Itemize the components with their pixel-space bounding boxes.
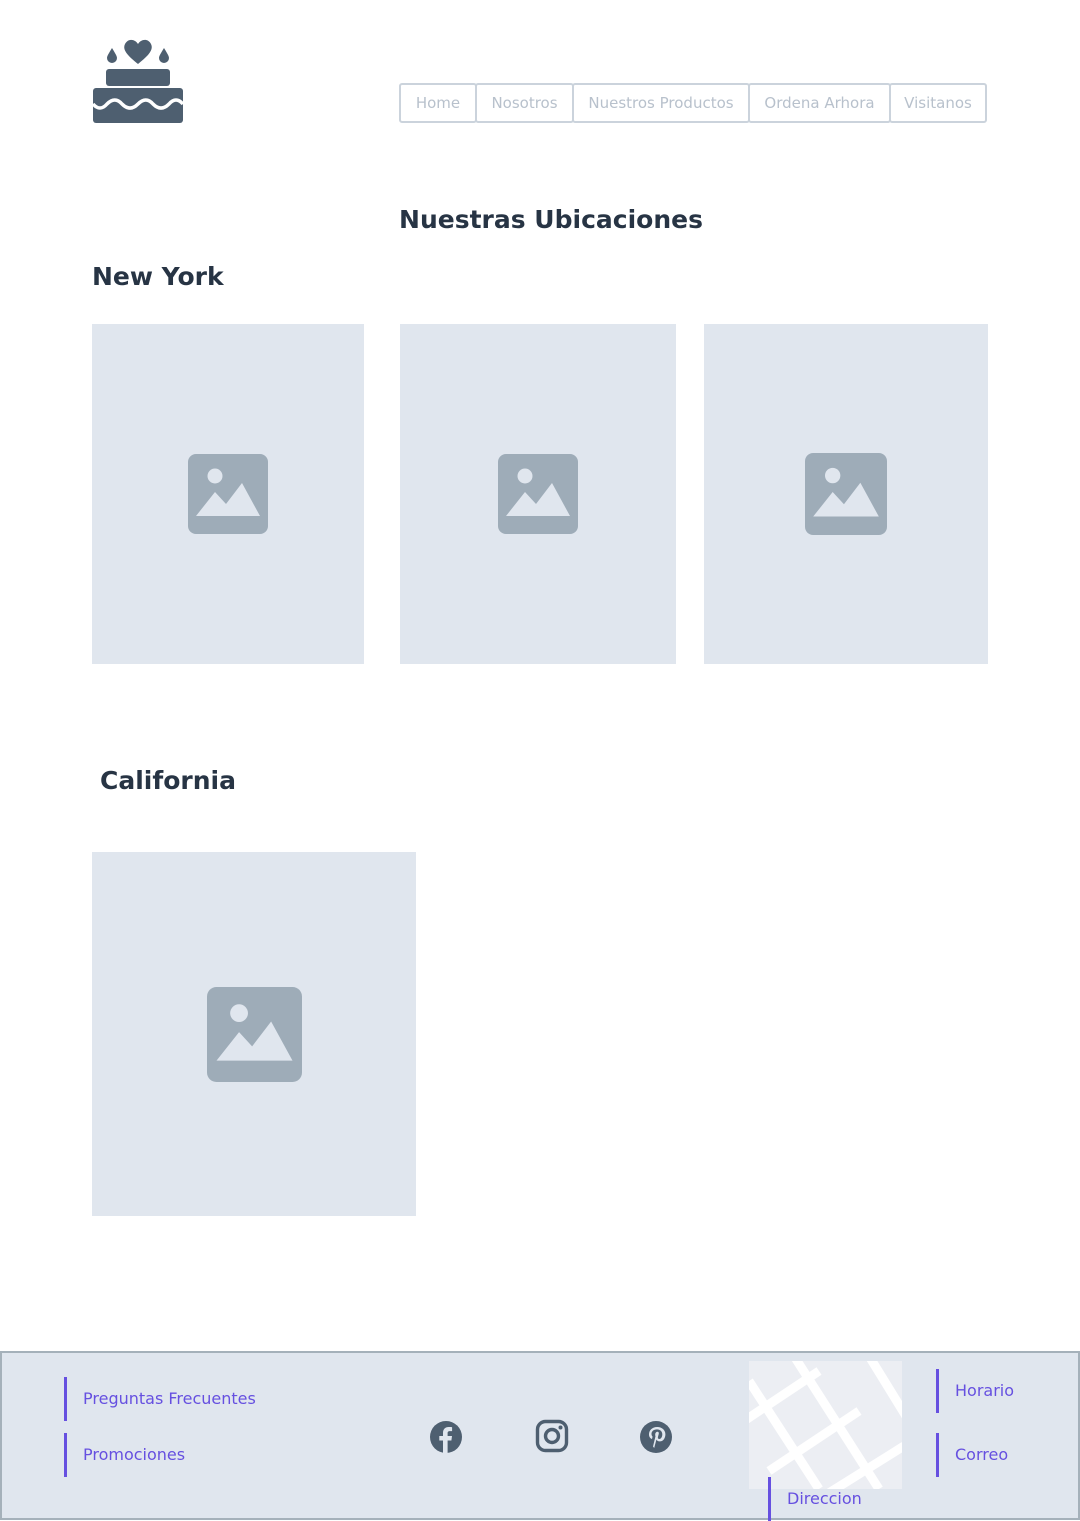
image-placeholder-icon [498,454,578,534]
location-image [92,852,416,1216]
map-thumbnail[interactable] [749,1361,902,1489]
footer-link-correo[interactable]: Correo [936,1433,1008,1477]
location-image [92,324,364,664]
footer-link-preguntas-frecuentes[interactable]: Preguntas Frecuentes [64,1377,256,1421]
location-image [704,324,988,664]
main-nav: Home Nosotros Nuestros Productos Ordena … [399,83,987,125]
nav-home[interactable]: Home [399,83,477,123]
image-placeholder-icon [206,986,302,1082]
image-placeholder-icon [805,453,887,535]
nav-visitanos[interactable]: Visitanos [889,83,987,123]
instagram-icon[interactable] [535,1419,569,1453]
page-title: Nuestras Ubicaciones [399,205,703,234]
section-heading-new-york: New York [92,262,224,291]
pinterest-icon[interactable] [639,1420,673,1454]
nav-ordena-ahora[interactable]: Ordena Arhora [748,83,891,123]
footer: Preguntas Frecuentes Promociones Horario… [0,1351,1080,1521]
cake-icon [91,39,185,123]
footer-link-promociones[interactable]: Promociones [64,1433,185,1477]
section-heading-california: California [100,766,236,795]
location-image [400,324,676,664]
footer-link-horario[interactable]: Horario [936,1369,1014,1413]
facebook-icon[interactable] [429,1420,463,1454]
nav-nosotros[interactable]: Nosotros [475,83,574,123]
logo[interactable] [91,36,185,124]
footer-link-direccion[interactable]: Direccion [768,1477,862,1521]
map-icon [749,1361,902,1489]
nav-nuestros-productos[interactable]: Nuestros Productos [572,83,750,123]
image-placeholder-icon [188,454,268,534]
